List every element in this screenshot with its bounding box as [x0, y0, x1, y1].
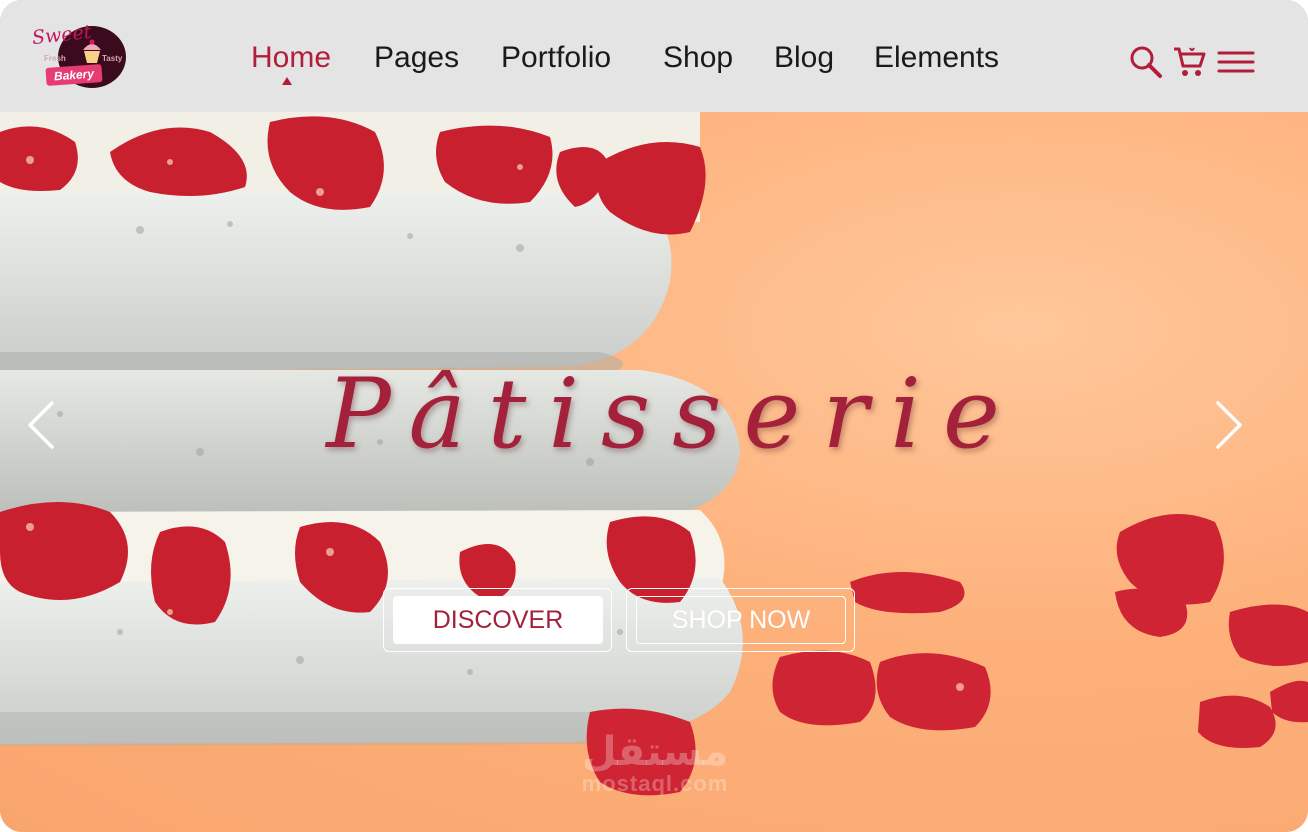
shop-now-button-frame: SHOP NOW: [626, 588, 855, 652]
search-icon[interactable]: [1128, 44, 1164, 80]
chevron-left-icon[interactable]: [26, 400, 56, 450]
discover-button-frame: DISCOVER: [383, 588, 612, 652]
logo-fresh-text: Fresh: [44, 54, 66, 63]
bakery-logo[interactable]: Sweet Fresh Tasty Bakery: [30, 21, 130, 96]
macaron-hero-image: [0, 112, 1308, 796]
nav-pages[interactable]: Pages: [374, 38, 459, 78]
shop-now-button[interactable]: SHOP NOW: [636, 596, 846, 644]
hero-slider: Pâtisserie DISCOVER SHOP NOW مستقل mosta…: [0, 112, 1308, 832]
nav-blog[interactable]: Blog: [774, 38, 834, 78]
app-frame: Sweet Fresh Tasty Bakery Home Pages Port…: [0, 0, 1308, 832]
nav-elements[interactable]: Elements: [874, 38, 999, 78]
discover-button[interactable]: DISCOVER: [393, 596, 603, 644]
cart-icon[interactable]: [1172, 44, 1208, 80]
hero-title: Pâtisserie: [326, 358, 1022, 470]
nav-portfolio[interactable]: Portfolio: [501, 38, 611, 78]
nav-shop[interactable]: Shop: [663, 38, 733, 78]
chevron-right-icon[interactable]: [1214, 400, 1244, 450]
hamburger-menu-icon[interactable]: [1217, 48, 1255, 78]
nav-home[interactable]: Home: [251, 38, 331, 78]
logo-tasty-text: Tasty: [102, 54, 123, 63]
watermark-arabic: مستقل: [581, 729, 729, 775]
watermark-latin: mostaql.com: [581, 771, 729, 796]
site-header: Sweet Fresh Tasty Bakery Home Pages Port…: [0, 0, 1308, 112]
active-indicator-icon: [282, 77, 292, 85]
watermark: مستقل mostaql.com: [560, 732, 750, 796]
